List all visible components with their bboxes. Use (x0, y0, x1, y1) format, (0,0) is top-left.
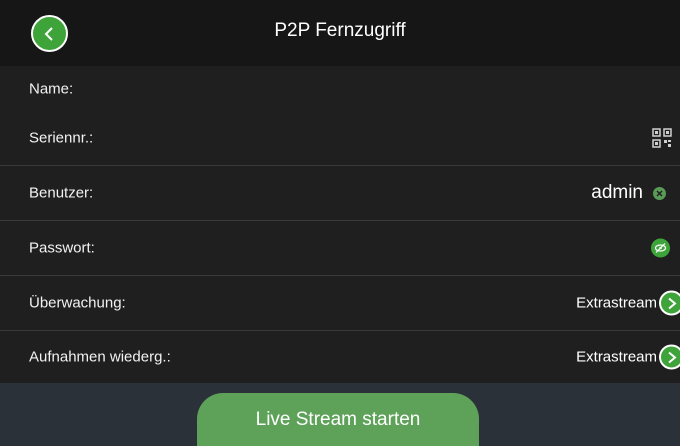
qr-code-icon[interactable] (652, 128, 672, 148)
playback-arrow-button[interactable] (659, 344, 680, 370)
playback-label: Aufnahmen wiederg.: (29, 348, 171, 366)
monitoring-arrow-button[interactable] (659, 290, 680, 316)
monitoring-value: Extrastream (576, 294, 657, 312)
monitoring-row[interactable]: Überwachung: Extrastream (0, 275, 680, 330)
clear-icon[interactable] (653, 186, 666, 200)
start-live-stream-button[interactable]: Live Stream starten (197, 393, 479, 446)
password-row[interactable]: Passwort: (0, 220, 680, 275)
playback-value: Extrastream (576, 348, 657, 366)
name-label: Name: (29, 80, 74, 97)
chevron-right-icon (667, 297, 677, 309)
playback-row[interactable]: Aufnahmen wiederg.: Extrastream (0, 330, 680, 383)
header-bar: P2P Fernzugriff (0, 0, 680, 66)
eye-icon[interactable] (651, 238, 670, 258)
monitoring-label: Überwachung: (29, 294, 126, 312)
user-row[interactable]: Benutzer: admin (0, 165, 680, 220)
serial-label: Seriennr.: (29, 129, 94, 147)
password-label: Passwort: (29, 239, 95, 257)
user-label: Benutzer: (29, 184, 94, 202)
chevron-right-icon (667, 351, 677, 363)
page-title: P2P Fernzugriff (274, 20, 406, 41)
footer-bar: Live Stream starten (0, 383, 680, 446)
name-row[interactable]: Name: (0, 66, 680, 111)
serial-row[interactable]: Seriennr.: (0, 111, 680, 165)
user-value[interactable]: admin (591, 182, 643, 204)
